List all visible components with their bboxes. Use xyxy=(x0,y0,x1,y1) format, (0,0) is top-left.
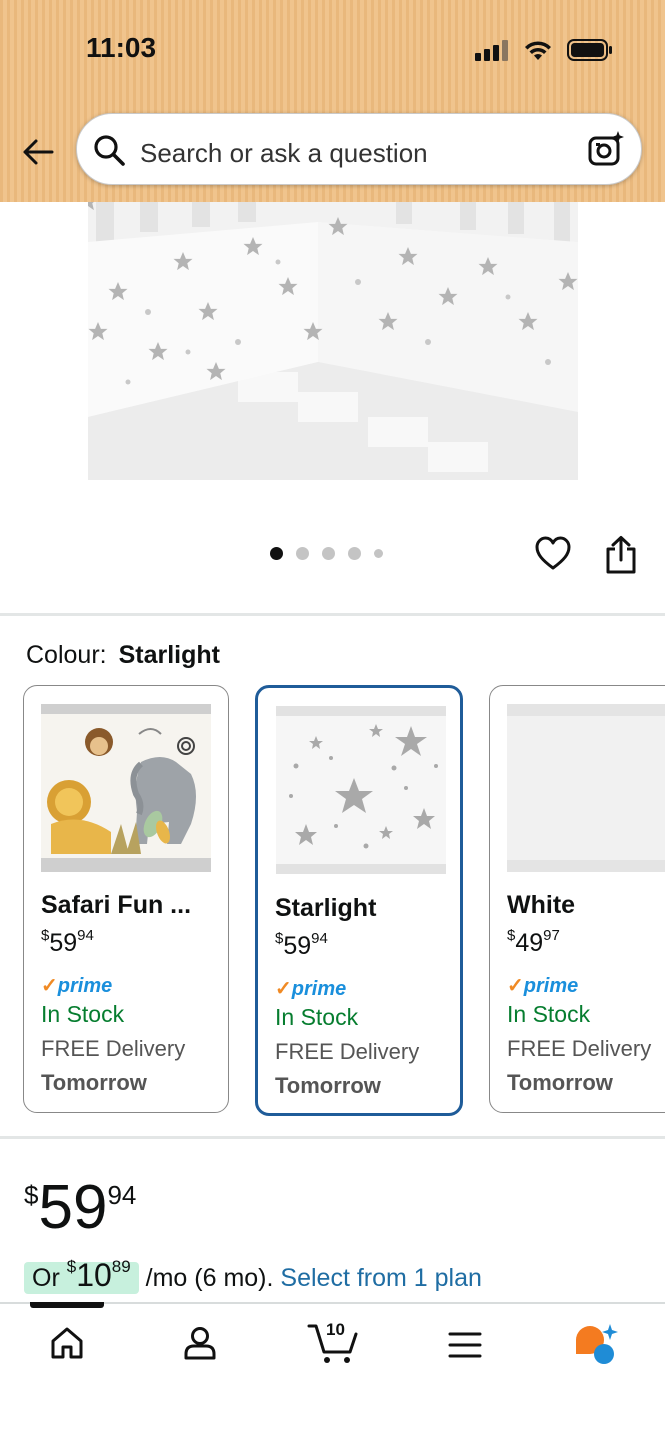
delivery-date: Tomorrow xyxy=(275,1073,381,1098)
delivery-text: FREE Delivery xyxy=(275,1039,420,1064)
home-icon[interactable] xyxy=(48,1324,86,1362)
variant-thumbnail xyxy=(276,706,446,874)
price-dollars: 59 xyxy=(49,929,78,957)
prime-check-icon: ✓ xyxy=(275,978,292,1000)
search-input[interactable]: Search or ask a question xyxy=(140,138,428,169)
carousel-dot[interactable] xyxy=(270,547,283,560)
price-dollars: 59 xyxy=(283,932,312,960)
variant-thumbnail xyxy=(507,704,665,872)
installment-plan: Or $1089 /mo (6 mo). Select from 1 plan xyxy=(24,1257,482,1294)
image-carousel-dots[interactable] xyxy=(270,547,383,560)
price-cents: 97 xyxy=(543,927,560,944)
prime-label: prime xyxy=(291,978,347,1000)
variant-name: Safari Fun ... xyxy=(41,891,192,919)
stock-status: In Stock xyxy=(275,1004,359,1030)
carousel-dot[interactable] xyxy=(374,549,383,558)
main-price-dollars: 59 xyxy=(38,1173,108,1242)
price-cents: 94 xyxy=(77,927,94,944)
variant-card-safari-fun[interactable]: Safari Fun ... $5994 ✓prime In Stock FRE… xyxy=(23,685,229,1113)
colour-label: Colour: xyxy=(26,641,107,669)
carousel-dot[interactable] xyxy=(322,547,335,560)
currency-symbol: $ xyxy=(507,927,516,944)
battery-icon xyxy=(567,39,612,61)
share-icon[interactable] xyxy=(604,535,638,575)
variant-thumbnail xyxy=(41,704,211,872)
installment-cents: 89 xyxy=(111,1257,131,1276)
variant-price: $5994 xyxy=(41,927,94,958)
main-price-cents: 94 xyxy=(107,1180,137,1210)
header-bar: 11:03 Search or ask a question xyxy=(0,0,665,202)
rufus-icon[interactable] xyxy=(572,1322,620,1368)
variant-name: Starlight xyxy=(275,894,377,922)
bottom-nav-bar: 10 xyxy=(0,1302,665,1440)
colour-selected: Starlight xyxy=(118,641,220,669)
camera-search-icon[interactable] xyxy=(587,130,625,168)
prime-check-icon: ✓ xyxy=(41,975,58,997)
section-divider xyxy=(0,613,665,616)
installment-prefix: Or xyxy=(32,1264,67,1292)
status-time: 11:03 xyxy=(86,32,157,63)
currency-symbol: $ xyxy=(24,1180,39,1210)
variant-price: $5994 xyxy=(275,930,328,961)
carousel-dot[interactable] xyxy=(348,547,361,560)
prime-badge: ✓prime xyxy=(507,973,578,998)
variant-name: White xyxy=(507,891,576,919)
crib-bumper-image xyxy=(88,202,578,480)
status-icons xyxy=(475,38,613,62)
prime-label: prime xyxy=(523,975,579,997)
delivery-date: Tomorrow xyxy=(507,1070,613,1095)
colour-selector-label: Colour: Starlight xyxy=(26,641,220,670)
prime-badge: ✓prime xyxy=(41,973,112,998)
account-icon[interactable] xyxy=(181,1324,219,1362)
delivery-date: Tomorrow xyxy=(41,1070,147,1095)
cart-count: 10 xyxy=(326,1320,345,1339)
stock-status: In Stock xyxy=(507,1001,591,1027)
installment-highlight: Or $1089 xyxy=(24,1257,139,1294)
stock-status: In Stock xyxy=(41,1001,125,1027)
installment-suffix: /mo (6 mo). xyxy=(138,1264,274,1292)
signal-icon xyxy=(475,40,508,61)
delivery-text: FREE Delivery xyxy=(41,1036,186,1061)
prime-badge: ✓prime xyxy=(275,976,346,1001)
price-dollars: 49 xyxy=(515,929,544,957)
search-bar[interactable]: Search or ask a question xyxy=(76,113,642,185)
currency-symbol: $ xyxy=(66,1257,77,1276)
colour-variant-list: Safari Fun ... $5994 ✓prime In Stock FRE… xyxy=(0,685,665,1117)
installment-dollars: 10 xyxy=(76,1257,112,1293)
variant-card-white[interactable]: White $4997 ✓prime In Stock FREE Deliver… xyxy=(489,685,665,1113)
heart-icon[interactable] xyxy=(534,535,572,573)
search-icon xyxy=(94,135,125,166)
price-cents: 94 xyxy=(311,930,328,947)
carousel-dot[interactable] xyxy=(296,547,309,560)
currency-symbol: $ xyxy=(275,930,284,947)
cart-button[interactable]: 10 xyxy=(306,1318,360,1368)
prime-label: prime xyxy=(57,975,113,997)
menu-icon[interactable] xyxy=(447,1330,483,1360)
select-plan-link[interactable]: Select from 1 plan xyxy=(280,1264,482,1292)
active-tab-indicator xyxy=(30,1302,104,1308)
delivery-text: FREE Delivery xyxy=(507,1036,652,1061)
back-arrow-icon[interactable] xyxy=(20,134,56,170)
wifi-icon xyxy=(525,41,551,60)
main-price: $5994 xyxy=(24,1172,136,1243)
currency-symbol: $ xyxy=(41,927,50,944)
prime-check-icon: ✓ xyxy=(507,975,524,997)
section-divider xyxy=(0,1136,665,1139)
product-image[interactable] xyxy=(88,202,578,480)
variant-card-starlight[interactable]: Starlight $5994 ✓prime In Stock FREE Del… xyxy=(255,685,463,1116)
variant-price: $4997 xyxy=(507,927,560,958)
